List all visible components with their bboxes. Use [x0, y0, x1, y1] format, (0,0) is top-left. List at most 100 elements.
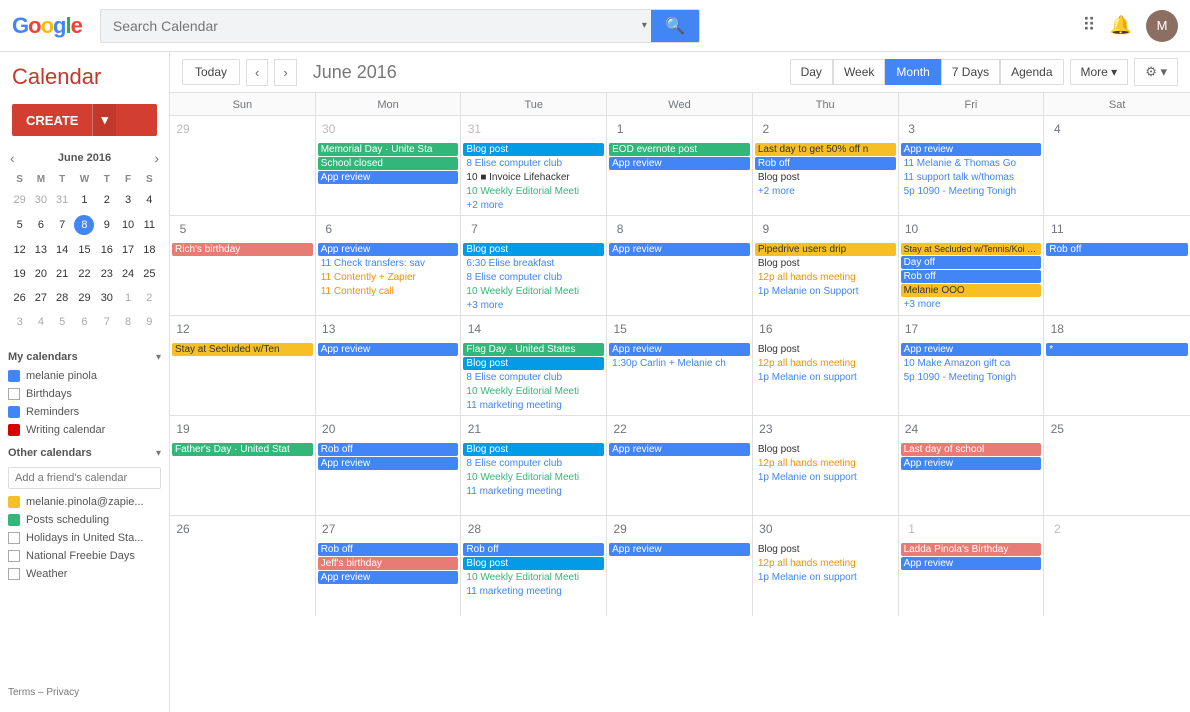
- event-blog-post[interactable]: Blog post: [463, 357, 604, 370]
- mini-day[interactable]: 29: [74, 287, 95, 309]
- event-elise-club[interactable]: 8 Elise computer club: [463, 271, 604, 284]
- mini-day[interactable]: 4: [31, 311, 50, 333]
- mini-day[interactable]: 14: [53, 239, 72, 261]
- view-7days-button[interactable]: 7 Days: [941, 59, 1000, 85]
- mini-day[interactable]: 28: [53, 287, 72, 309]
- day-number[interactable]: 29: [172, 118, 194, 140]
- cal-checkbox-holidays[interactable]: [8, 532, 20, 544]
- more-link[interactable]: +3 more: [901, 298, 1042, 311]
- event-elise-club[interactable]: 8 Elise computer club: [463, 457, 604, 470]
- day-number[interactable]: 26: [172, 518, 194, 540]
- notifications-icon[interactable]: 🔔: [1110, 15, 1132, 36]
- day-number[interactable]: 16: [755, 318, 777, 340]
- view-day-button[interactable]: Day: [790, 59, 833, 85]
- mini-day[interactable]: 25: [140, 263, 159, 285]
- day-number[interactable]: 6: [318, 218, 340, 240]
- event-flag-day[interactable]: Flag Day · United States: [463, 343, 604, 356]
- event-app-review[interactable]: App review: [318, 457, 459, 470]
- event-contently-call[interactable]: 11 Contently call: [318, 285, 459, 298]
- mini-day[interactable]: 18: [140, 239, 159, 261]
- search-button[interactable]: 🔍: [651, 10, 699, 42]
- mini-day[interactable]: 10: [118, 213, 137, 237]
- day-number[interactable]: 18: [1046, 318, 1068, 340]
- mini-day[interactable]: 7: [53, 213, 72, 237]
- day-number[interactable]: 20: [318, 418, 340, 440]
- settings-button[interactable]: ⚙ ▾: [1134, 58, 1178, 86]
- day-number[interactable]: 1: [609, 118, 631, 140]
- event-app-review[interactable]: App review: [609, 157, 750, 170]
- day-number[interactable]: 8: [609, 218, 631, 240]
- calendar-item-holidays[interactable]: Holidays in United Sta...: [0, 529, 169, 547]
- day-number[interactable]: 30: [318, 118, 340, 140]
- mini-day[interactable]: 16: [97, 239, 116, 261]
- view-agenda-button[interactable]: Agenda: [1000, 59, 1063, 85]
- mini-day[interactable]: 30: [97, 287, 116, 309]
- apps-icon[interactable]: ⠿: [1082, 15, 1095, 36]
- event-melanie-thomas[interactable]: 11 Melanie & Thomas Go: [901, 157, 1042, 170]
- event-rob-off[interactable]: Rob off: [318, 443, 459, 456]
- event-elise-club[interactable]: 8 Elise computer club: [463, 371, 604, 384]
- event-melanie-ooo[interactable]: Melanie OOO: [901, 284, 1042, 297]
- event-all-hands[interactable]: 12p all hands meeting: [755, 557, 896, 570]
- event-melanie-support[interactable]: 1p Melanie on support: [755, 571, 896, 584]
- mini-day[interactable]: 26: [10, 287, 29, 309]
- next-button[interactable]: ›: [274, 59, 296, 86]
- event-last-day[interactable]: Last day to get 50% off n: [755, 143, 896, 156]
- day-number[interactable]: 12: [172, 318, 194, 340]
- event-rob-off[interactable]: Rob off: [318, 543, 459, 556]
- event-blog-post[interactable]: Blog post: [755, 343, 896, 356]
- view-month-button[interactable]: Month: [885, 59, 940, 85]
- event-app-review[interactable]: App review: [609, 243, 750, 256]
- event-app-review[interactable]: App review: [901, 457, 1042, 470]
- event-fathers-day[interactable]: Father's Day · United Stat: [172, 443, 313, 456]
- mini-day[interactable]: 3: [118, 189, 137, 211]
- calendar-item-writing[interactable]: Writing calendar: [0, 421, 169, 439]
- terms-link[interactable]: Terms: [8, 687, 35, 698]
- day-number[interactable]: 29: [609, 518, 631, 540]
- event-melanie-support[interactable]: 1p Melanie on support: [755, 471, 896, 484]
- mini-day[interactable]: 20: [31, 263, 50, 285]
- day-number[interactable]: 24: [901, 418, 923, 440]
- mini-day[interactable]: 30: [31, 189, 50, 211]
- event-app-review[interactable]: App review: [609, 443, 750, 456]
- calendar-item-posts[interactable]: Posts scheduling: [0, 511, 169, 529]
- event-app-review[interactable]: App review: [901, 143, 1042, 156]
- event-melanie-support[interactable]: 1p Melanie on support: [755, 371, 896, 384]
- event-marketing[interactable]: 11 marketing meeting: [463, 399, 604, 412]
- mini-day[interactable]: 6: [31, 213, 50, 237]
- event-pipedrive[interactable]: Pipedrive users drip: [755, 243, 896, 256]
- more-link[interactable]: +2 more: [463, 199, 604, 212]
- day-number[interactable]: 17: [901, 318, 923, 340]
- mini-day[interactable]: 12: [10, 239, 29, 261]
- event-blog-post[interactable]: Blog post: [463, 557, 604, 570]
- event-jeff-birthday[interactable]: Jeff's birthday: [318, 557, 459, 570]
- day-number[interactable]: 27: [318, 518, 340, 540]
- day-number[interactable]: 22: [609, 418, 631, 440]
- day-number[interactable]: 25: [1046, 418, 1068, 440]
- event-ladda-birthday[interactable]: Ladda Pinola's Birthday: [901, 543, 1042, 556]
- mini-day[interactable]: 9: [97, 213, 116, 237]
- add-friend-input[interactable]: [8, 467, 161, 489]
- day-number[interactable]: 11: [1046, 218, 1068, 240]
- event-memorial-day[interactable]: Memorial Day · Unite Sta: [318, 143, 459, 156]
- mini-cal-next[interactable]: ›: [152, 150, 161, 166]
- my-calendars-section[interactable]: My calendars ▾: [0, 343, 169, 367]
- day-number[interactable]: 30: [755, 518, 777, 540]
- cal-checkbox-weather[interactable]: [8, 568, 20, 580]
- mini-day[interactable]: 21: [53, 263, 72, 285]
- mini-cal-prev[interactable]: ‹: [8, 150, 17, 166]
- event-eod-evernote[interactable]: EOD evernote post: [609, 143, 750, 156]
- cal-checkbox-birthdays[interactable]: [8, 388, 20, 400]
- event-blog-post[interactable]: Blog post: [755, 171, 896, 184]
- mini-day[interactable]: 15: [74, 239, 95, 261]
- day-number[interactable]: 15: [609, 318, 631, 340]
- event-1090-meeting[interactable]: 5p 1090 - Meeting Tonigh: [901, 371, 1042, 384]
- mini-day[interactable]: 24: [118, 263, 137, 285]
- event-blog-post[interactable]: Blog post: [463, 143, 604, 156]
- mini-day[interactable]: 29: [10, 189, 29, 211]
- event-editorial[interactable]: 10 Weekly Editorial Meeti: [463, 185, 604, 198]
- event-editorial[interactable]: 10 Weekly Editorial Meeti: [463, 471, 604, 484]
- prev-button[interactable]: ‹: [246, 59, 268, 86]
- mini-day[interactable]: 13: [31, 239, 50, 261]
- event-editorial[interactable]: 10 Weekly Editorial Meeti: [463, 285, 604, 298]
